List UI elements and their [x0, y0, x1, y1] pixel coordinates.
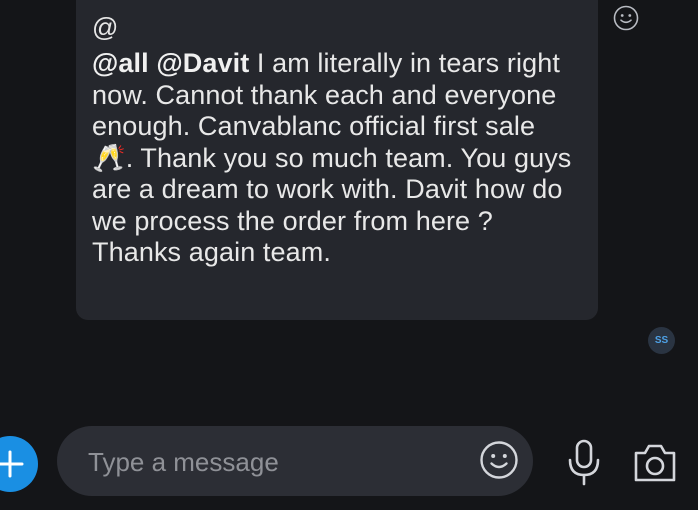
mention-davit[interactable]: @Davit	[156, 48, 249, 78]
mention-all[interactable]: @all	[92, 48, 149, 78]
microphone-button[interactable]	[564, 438, 604, 488]
plus-icon	[0, 450, 24, 478]
message-text: @all @Davit I am literally in tears righ…	[92, 48, 582, 269]
camera-button[interactable]	[632, 442, 678, 484]
read-receipt-avatar: SS	[648, 327, 675, 354]
chat-screen: @ @all @Davit I am literally in tears ri…	[0, 0, 698, 510]
message-body-first: I am literally in tears	[249, 48, 500, 78]
microphone-icon	[568, 439, 600, 486]
message-input[interactable]	[88, 444, 458, 480]
camera-icon	[634, 444, 676, 482]
emoji-button[interactable]	[479, 440, 519, 480]
smiley-icon	[480, 441, 518, 479]
reaction-smiley-icon[interactable]	[613, 5, 639, 31]
mention-prefix: @	[92, 12, 119, 42]
message-body-rest: right now. Cannot thank each and everyon…	[92, 48, 572, 267]
add-button[interactable]	[0, 436, 38, 492]
